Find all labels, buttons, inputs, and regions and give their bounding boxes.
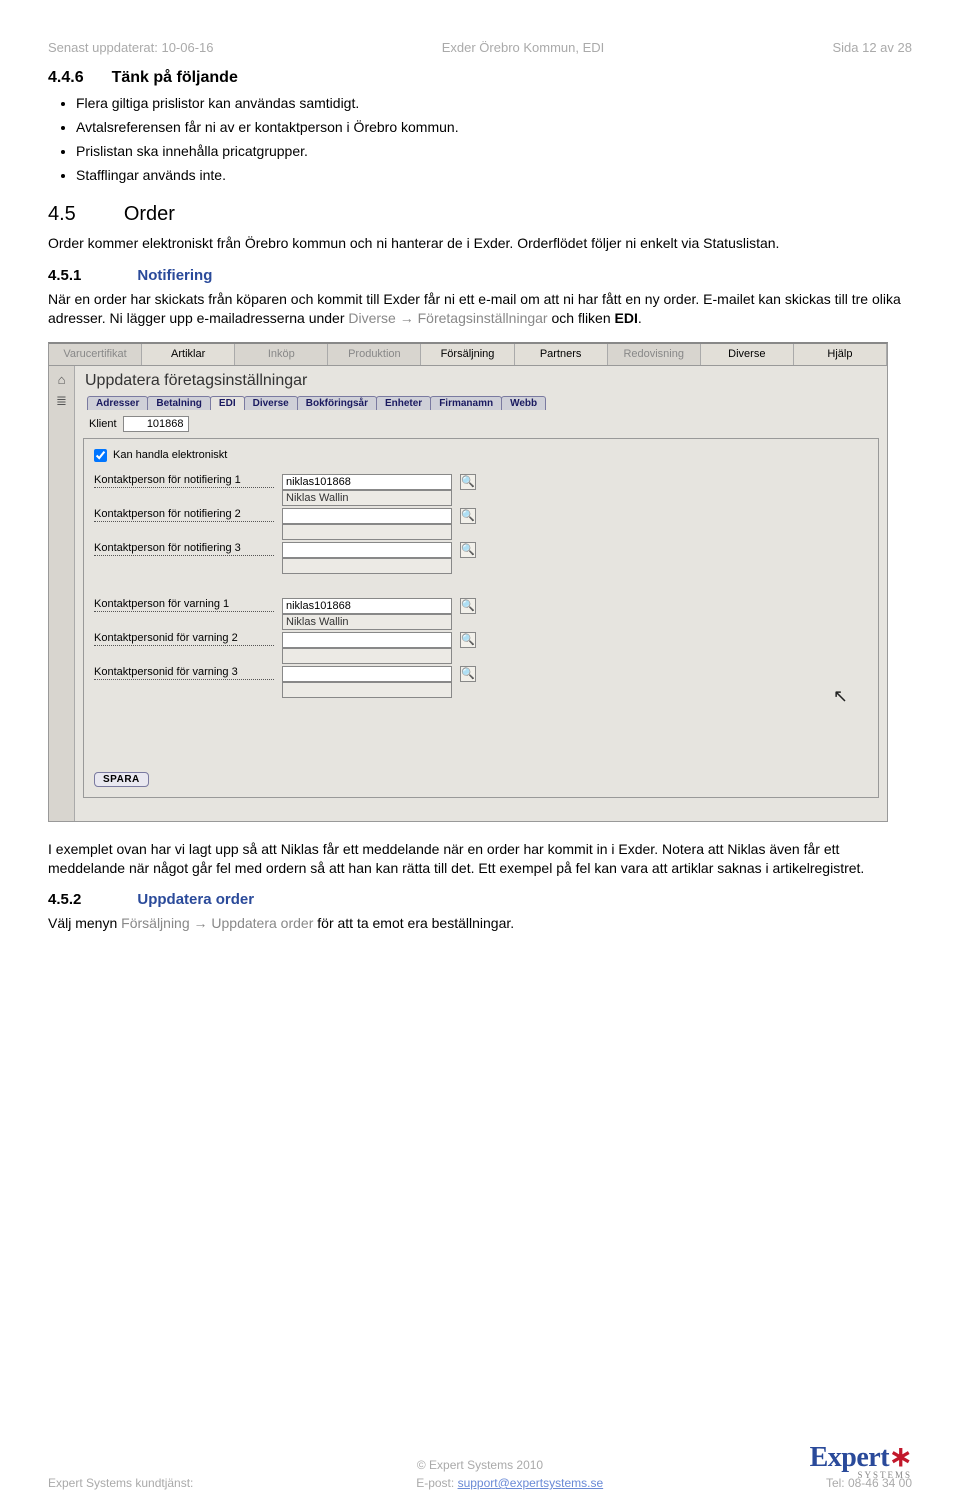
section-451-num: 4.5.1 (48, 267, 81, 284)
lbl-notif-2: Kontaktperson för notifiering 2 (94, 508, 274, 522)
cursor-icon: ↖ (833, 686, 848, 707)
p-451-c: EDI (615, 310, 638, 326)
tab-diverse[interactable]: Diverse (701, 344, 794, 365)
main-title: Uppdatera företagsinställningar (85, 372, 879, 390)
footer-left: Expert Systems kundtjänst: (48, 1476, 193, 1490)
tab-produktion[interactable]: Produktion (328, 344, 421, 365)
p-45: Order kommer elektroniskt från Örebro ko… (48, 234, 912, 253)
subtab-edi[interactable]: EDI (210, 396, 245, 410)
klient-value: 101868 (123, 416, 189, 432)
edi-panel: Kan handla elektroniskt Kontaktperson fö… (83, 438, 879, 798)
tab-hjalp[interactable]: Hjälp (794, 344, 887, 365)
lbl-varn-3: Kontaktpersonid för varning 3 (94, 666, 274, 680)
inp-notif-1[interactable] (282, 474, 452, 490)
bullets-446: Flera giltiga prislistor kan användas sa… (76, 95, 912, 183)
subtab-betalning[interactable]: Betalning (147, 396, 211, 410)
footer-right: Tel: 08-46 34 00 (826, 1476, 912, 1490)
lookup-icon[interactable]: 🔍 (460, 598, 476, 614)
p-after-image: I exemplet ovan har vi lagt upp så att N… (48, 840, 912, 878)
bullet-item: Prislistan ska innehålla pricatgrupper. (76, 143, 912, 159)
inp-notif-2[interactable] (282, 508, 452, 524)
lookup-icon[interactable]: 🔍 (460, 666, 476, 682)
section-45-num: 4.5 (48, 203, 76, 226)
lookup-icon[interactable]: 🔍 (460, 474, 476, 490)
subtab-firmanamn[interactable]: Firmanamn (430, 396, 502, 410)
list-icon[interactable]: ≣ (56, 393, 67, 409)
section-45-title: Order (124, 203, 175, 226)
klient-label: Klient (89, 418, 117, 430)
tab-forsaljning[interactable]: Försäljning (421, 344, 514, 365)
inp-varn-1-name (282, 614, 452, 630)
inp-varn-1[interactable] (282, 598, 452, 614)
section-446-num: 4.4.6 (48, 69, 84, 87)
tab-inkop[interactable]: Inköp (235, 344, 328, 365)
lookup-icon[interactable]: 🔍 (460, 632, 476, 648)
header-center: Exder Örebro Kommun, EDI (442, 40, 605, 55)
inp-varn-2-name (282, 648, 452, 664)
tab-artiklar[interactable]: Artiklar (142, 344, 235, 365)
footer-mid-pre: E-post: (416, 1476, 457, 1490)
inp-varn-3[interactable] (282, 666, 452, 682)
inp-notif-2-name (282, 524, 452, 540)
section-451-title: Notifiering (137, 267, 212, 284)
tab-varucertifikat[interactable]: Varucertifikat (49, 344, 142, 365)
lbl-varn-1: Kontaktperson för varning 1 (94, 598, 274, 612)
app-screenshot: Varucertifikat Artiklar Inköp Produktion… (48, 342, 888, 822)
p-451-b: och fliken (548, 310, 615, 326)
inp-notif-3-name (282, 558, 452, 574)
left-toolbar: ⌂ ≣ (49, 366, 75, 821)
page-footer: © Expert Systems 2010 Expert Systems kun… (0, 1458, 960, 1490)
subtab-enheter[interactable]: Enheter (376, 396, 431, 410)
footer-mid: E-post: support@expertsystems.se (416, 1476, 603, 1490)
tab-redovisning[interactable]: Redovisning (608, 344, 701, 365)
section-452-num: 4.5.2 (48, 891, 81, 908)
inp-notif-1-name (282, 490, 452, 506)
save-button[interactable]: SPARA (94, 772, 149, 787)
footer-copyright: © Expert Systems 2010 (48, 1458, 912, 1472)
p-452-b: för att ta emot era beställningar. (313, 915, 514, 931)
lbl-notif-1: Kontaktperson för notifiering 1 (94, 474, 274, 488)
inp-varn-2[interactable] (282, 632, 452, 648)
subtab-webb[interactable]: Webb (501, 396, 546, 410)
lookup-icon[interactable]: 🔍 (460, 508, 476, 524)
subtab-adresser[interactable]: Adresser (87, 396, 148, 410)
lbl-varn-2: Kontaktpersonid för varning 2 (94, 632, 274, 646)
page-header: Senast uppdaterat: 10-06-16 Exder Örebro… (48, 40, 912, 55)
header-right: Sida 12 av 28 (832, 40, 912, 55)
bullet-item: Flera giltiga prislistor kan användas sa… (76, 95, 912, 111)
inp-notif-3[interactable] (282, 542, 452, 558)
p-452-a: Välj menyn (48, 915, 121, 931)
section-446-title: Tänk på följande (112, 69, 238, 87)
p-451-d: . (638, 310, 642, 326)
subtab-bokforingsar[interactable]: Bokföringsår (297, 396, 377, 410)
p-452: Välj menyn Försäljning → Uppdatera order… (48, 914, 912, 933)
header-left: Senast uppdaterat: 10-06-16 (48, 40, 214, 55)
bullet-item: Stafflingar används inte. (76, 167, 912, 183)
p-452-link: Försäljning → Uppdatera order (121, 915, 313, 931)
inp-varn-3-name (282, 682, 452, 698)
tab-partners[interactable]: Partners (515, 344, 608, 365)
p-451: När en order har skickats från köparen o… (48, 290, 912, 328)
lookup-icon[interactable]: 🔍 (460, 542, 476, 558)
bullet-item: Avtalsreferensen får ni av er kontaktper… (76, 119, 912, 135)
lbl-notif-3: Kontaktperson för notifiering 3 (94, 542, 274, 556)
footer-email-link[interactable]: support@expertsystems.se (458, 1476, 604, 1490)
subtab-diverse[interactable]: Diverse (244, 396, 298, 410)
chk-kan-handla[interactable] (94, 449, 107, 462)
chk-label: Kan handla elektroniskt (113, 449, 227, 461)
section-452-title: Uppdatera order (137, 891, 254, 908)
top-tabs: Varucertifikat Artiklar Inköp Produktion… (49, 344, 887, 366)
home-icon[interactable]: ⌂ (58, 372, 66, 387)
sub-tabs: Adresser Betalning EDI Diverse Bokföring… (87, 396, 879, 410)
p-451-link: Diverse → Företagsinställningar (348, 310, 547, 326)
